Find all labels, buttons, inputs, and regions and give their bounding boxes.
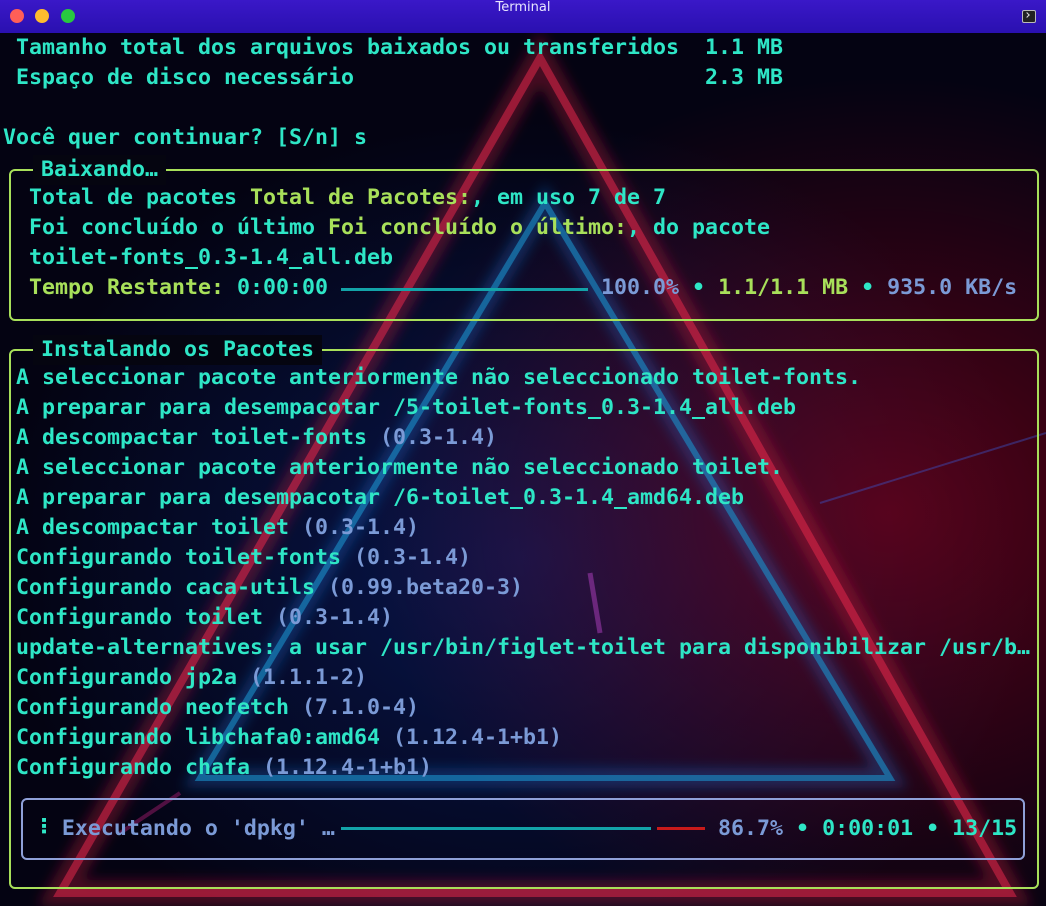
log-text: update-alternatives: a usar /usr/bin/fig… xyxy=(16,635,1031,660)
download-panel-title: Baixando… xyxy=(33,155,167,185)
log-version: (0.3-1.4) xyxy=(380,425,498,450)
log-text: Configurando toilet xyxy=(16,605,277,630)
continue-prompt: Você quer continuar? [S/n] s xyxy=(3,125,368,150)
separator: • xyxy=(861,275,875,300)
exec-elapsed: 0:00:01 xyxy=(822,816,914,841)
last-label: Foi concluído o último xyxy=(29,215,329,240)
install-log-line: A seleccionar pacote anteriormente não s… xyxy=(16,363,861,393)
install-log-line: A preparar para desempacotar /6-toilet_0… xyxy=(16,483,744,513)
exec-progress-remaining xyxy=(657,827,705,830)
remaining-label: Tempo Restante: xyxy=(29,275,225,300)
exec-progress-done xyxy=(341,827,651,830)
last-key: Foi concluído o último: xyxy=(328,215,628,240)
download-last-line: Foi concluído o último Foi concluído o ú… xyxy=(29,213,770,243)
packages-key: Total de Pacotes: xyxy=(250,185,472,210)
install-panel-title: Instalando os Pacotes xyxy=(33,335,323,365)
exec-stats: 86.7% • 0:00:01 • 13/15 xyxy=(718,814,1017,844)
last-suffix: , do pacote xyxy=(627,215,771,240)
install-log-line: Configurando jp2a (1.1.1-2) xyxy=(16,663,367,693)
log-version: (0.3-1.4) xyxy=(354,545,472,570)
log-text: Configurando jp2a xyxy=(16,665,251,690)
exec-percent: 86.7% xyxy=(718,816,784,841)
exec-count: 13/15 xyxy=(952,816,1018,841)
exec-label: Executando o 'dpkg' … xyxy=(61,816,335,841)
packages-count: , em uso 7 de 7 xyxy=(471,185,667,210)
download-progress-bar xyxy=(341,288,588,291)
install-log-line: Configurando chafa (1.12.4-1+b1) xyxy=(16,753,432,783)
log-version: (0.3-1.4) xyxy=(276,605,394,630)
log-text: Configurando chafa xyxy=(16,755,264,780)
terminal-icon xyxy=(1022,10,1036,23)
install-log-line: Configurando caca-utils (0.99.beta20-3) xyxy=(16,573,523,603)
install-log-line: Configurando toilet-fonts (0.3-1.4) xyxy=(16,543,471,573)
log-version: (1.12.4-1+b1) xyxy=(263,755,433,780)
download-stats: 100.0% • 1.1/1.1 MB • 935.0 KB/s xyxy=(601,273,1017,303)
title-bar: Terminal xyxy=(0,0,1046,33)
log-text: A seleccionar pacote anteriormente não s… xyxy=(16,365,862,390)
install-log-line: A descompactar toilet-fonts (0.3-1.4) xyxy=(16,423,497,453)
install-log-line: A preparar para desempacotar /5-toilet-f… xyxy=(16,393,796,423)
log-version: (0.3-1.4) xyxy=(302,515,420,540)
install-log-line: Configurando toilet (0.3-1.4) xyxy=(16,603,393,633)
log-text: A preparar para desempacotar /6-toilet_0… xyxy=(16,485,745,510)
install-log-line: Configurando neofetch (7.1.0-4) xyxy=(16,693,419,723)
log-version: (1.12.4-1+b1) xyxy=(393,725,563,750)
log-text: Configurando libchafa0:amd64 xyxy=(16,725,394,750)
log-version: (7.1.0-4) xyxy=(302,695,420,720)
download-size: 1.1/1.1 MB xyxy=(718,275,849,300)
download-speed: 935.0 KB/s xyxy=(887,275,1018,300)
terminal-window: Terminal Tamanho total dos arquivos baix… xyxy=(0,0,1046,906)
log-version: (1.1.1-2) xyxy=(250,665,368,690)
remaining-value: 0:00:00 xyxy=(237,275,329,300)
terminal-content[interactable]: Tamanho total dos arquivos baixados ou t… xyxy=(0,33,1046,906)
install-log-line: Configurando libchafa0:amd64 (1.12.4-1+b… xyxy=(16,723,562,753)
log-text: A descompactar toilet-fonts xyxy=(16,425,381,450)
install-log-line: A seleccionar pacote anteriormente não s… xyxy=(16,453,783,483)
remaining-label-line: Tempo Restante: 0:00:00 xyxy=(29,273,328,303)
summary-disk-space: Espaço de disco necessário 2.3 MB xyxy=(16,65,784,90)
separator: • xyxy=(796,816,810,841)
log-text: Configurando toilet-fonts xyxy=(16,545,355,570)
download-packages-line: Total de pacotes Total de Pacotes:, em u… xyxy=(29,183,666,213)
log-text: A descompactar toilet xyxy=(16,515,303,540)
log-version: (0.99.beta20-3) xyxy=(328,575,524,600)
window-title: Terminal xyxy=(495,0,551,15)
install-log-line: update-alternatives: a usar /usr/bin/fig… xyxy=(16,633,1030,663)
log-text: A preparar para desempacotar /5-toilet-f… xyxy=(16,395,797,420)
summary-download-size: Tamanho total dos arquivos baixados ou t… xyxy=(16,35,784,60)
download-percent: 100.0% xyxy=(601,275,680,300)
separator: • xyxy=(692,275,706,300)
log-text: Configurando caca-utils xyxy=(16,575,329,600)
log-text: Configurando neofetch xyxy=(16,695,303,720)
spinner-icon: ⠸ xyxy=(33,816,49,841)
exec-status: ⠸ Executando o 'dpkg' … xyxy=(33,814,335,844)
packages-label: Total de pacotes xyxy=(29,185,251,210)
download-file: toilet-fonts_0.3-1.4_all.deb xyxy=(29,245,394,270)
log-text: A seleccionar pacote anteriormente não s… xyxy=(16,455,784,480)
install-log-line: A descompactar toilet (0.3-1.4) xyxy=(16,513,419,543)
separator: • xyxy=(926,816,940,841)
